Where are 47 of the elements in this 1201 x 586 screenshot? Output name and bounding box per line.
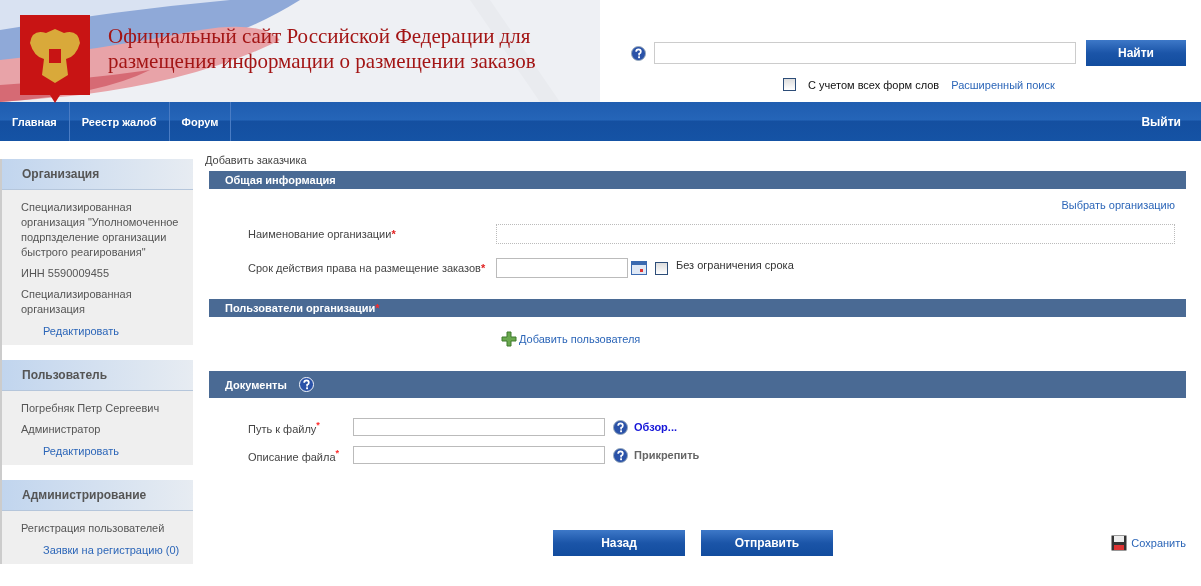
- panel-text: Погребняк Петр Сергеевич: [20, 401, 161, 416]
- input-field[interactable]: [353, 446, 605, 464]
- add-user-link[interactable]: Добавить пользователя: [519, 333, 641, 345]
- panel-title: Пользователь: [2, 360, 193, 391]
- panel-link[interactable]: Редактировать: [2, 325, 193, 337]
- help-icon[interactable]: [631, 45, 646, 61]
- panel-title: Администрирование: [2, 480, 193, 511]
- panel-link[interactable]: Редактировать: [2, 445, 193, 457]
- form-button[interactable]: Отправить: [701, 530, 833, 556]
- advanced-search-link[interactable]: Расширенный поиск: [951, 78, 1055, 91]
- plus-icon[interactable]: [501, 331, 517, 347]
- date-field[interactable]: [496, 258, 628, 278]
- checkbox[interactable]: [783, 78, 796, 91]
- section-header: Общая информация: [209, 171, 1186, 189]
- checkbox[interactable]: [655, 261, 668, 275]
- page-title: Добавить заказчика: [205, 154, 308, 166]
- panel-text: Специализированная организация "Уполномоченное подрпзделение организации быстрого реагирования": [20, 200, 180, 260]
- nav-tab[interactable]: Форум: [169, 102, 232, 141]
- panel-text: Администратор: [20, 422, 102, 437]
- checkbox-label: С учетом всех форм слов: [808, 78, 940, 91]
- calendar-icon[interactable]: [631, 261, 647, 275]
- field-label: Описание файла$^{*}$: [247, 447, 341, 463]
- select-organization-link[interactable]: Выбрать организацию: [1061, 199, 1175, 211]
- nav-tab[interactable]: Главная: [0, 102, 70, 141]
- logout-link[interactable]: Выйти: [1129, 102, 1201, 141]
- panel-text: ИНН 5590009455: [20, 266, 111, 281]
- search-button[interactable]: Найти: [1086, 40, 1186, 66]
- input-field[interactable]: [353, 418, 605, 436]
- browse-link[interactable]: Обзор...: [634, 421, 677, 433]
- form-button[interactable]: Назад: [553, 530, 685, 556]
- field-label: Срок действия права на размещение заказов*: [247, 262, 487, 274]
- emblem-icon: [20, 15, 90, 103]
- panel-text: Регистрация пользователей: [20, 521, 166, 536]
- panel-title: Организация: [2, 159, 193, 190]
- panel-link[interactable]: Заявки на регистрацию (0): [2, 544, 193, 556]
- checkbox-label: Без ограничения срока: [676, 259, 794, 271]
- save-link[interactable]: Сохранить: [1131, 537, 1186, 549]
- field-label: Путь к файлу$^{*}$: [247, 419, 321, 435]
- help-icon[interactable]: [613, 419, 628, 435]
- input-field[interactable]: [496, 224, 1175, 244]
- section-header: Пользователи организации*: [209, 299, 1186, 317]
- help-icon[interactable]: [613, 447, 628, 463]
- section-title: Документы: [225, 377, 287, 393]
- nav-tab[interactable]: Реестр жалоб: [69, 102, 170, 141]
- panel-text: Специализированная организация: [20, 287, 133, 317]
- search-field[interactable]: [654, 42, 1076, 64]
- field-label: Наименование организации*: [247, 228, 397, 240]
